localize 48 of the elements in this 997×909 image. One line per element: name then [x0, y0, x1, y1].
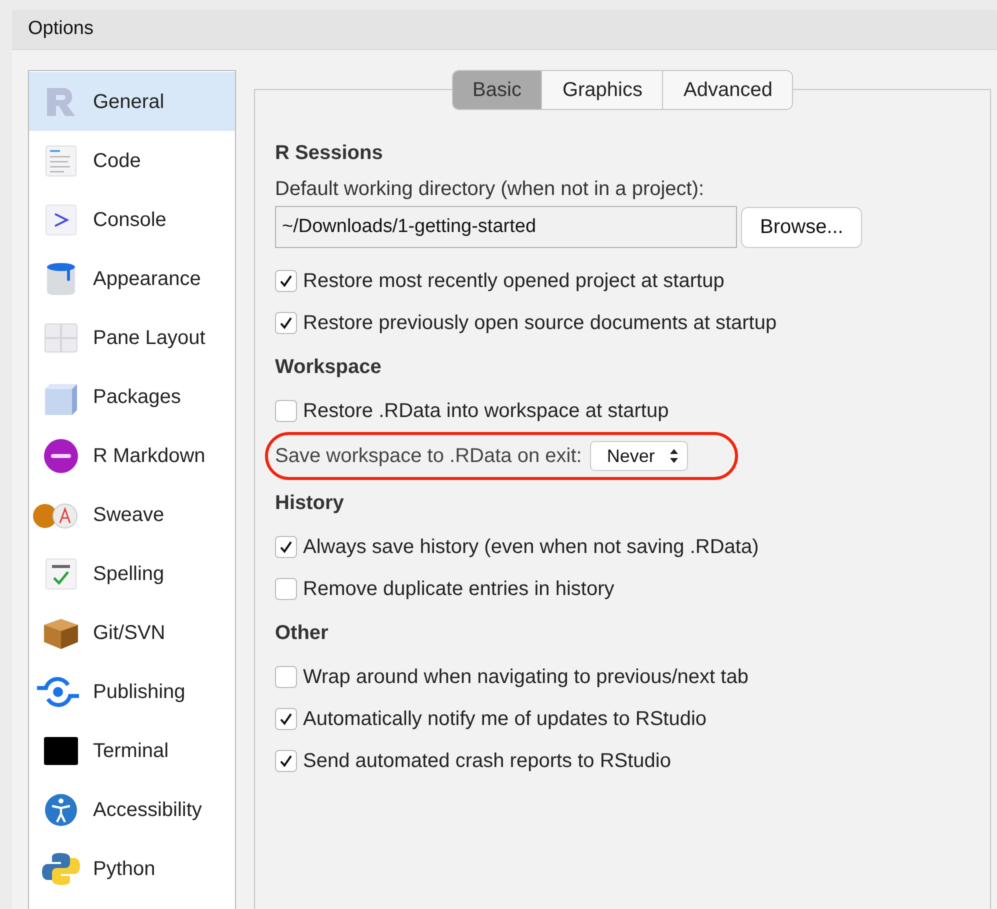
sidebar-item[interactable]: Python — [29, 839, 235, 898]
checkbox[interactable] — [275, 536, 297, 558]
checkmark-icon — [278, 753, 294, 769]
checkbox[interactable] — [275, 708, 297, 730]
checkbox[interactable] — [275, 666, 297, 688]
checkmark-icon — [278, 711, 294, 727]
checkbox-label: Remove duplicate entries in history — [303, 577, 614, 602]
sidebar-item[interactable]: Accessibility — [29, 780, 235, 839]
sidebar-item[interactable]: Appearance — [29, 249, 235, 308]
checkbox[interactable] — [275, 578, 297, 600]
sidebar-item[interactable]: Packages — [29, 367, 235, 426]
field-label: Default working directory (when not in a project): — [275, 177, 706, 202]
sidebar-item[interactable]: Spelling — [29, 544, 235, 603]
tab[interactable]: Basic — [452, 71, 542, 109]
sidebar-item[interactable]: Publishing — [29, 662, 235, 721]
up-down-arrows-icon — [668, 448, 679, 464]
checkmark-icon — [278, 539, 294, 555]
checkbox-label: Wrap around when navigating to previous/next tab — [303, 665, 748, 690]
dropdown[interactable]: Never — [590, 441, 688, 471]
directory-field[interactable]: ~/Downloads/1-getting-started — [275, 206, 737, 248]
tab[interactable]: Advanced — [662, 71, 792, 109]
sidebar-item[interactable]: Pane Layout — [29, 308, 235, 367]
checkbox-label: Restore previously open source documents at startup — [303, 311, 777, 336]
checkbox[interactable] — [275, 400, 297, 422]
section-heading: History — [275, 491, 345, 516]
sidebar-item[interactable]: Console — [29, 190, 235, 249]
browse-button[interactable]: Browse... — [741, 206, 862, 248]
window-title: Options — [28, 17, 94, 42]
section-heading: R Sessions — [275, 141, 384, 166]
checkmark-icon — [278, 315, 294, 331]
checkbox[interactable] — [275, 312, 297, 334]
checkbox-label: Send automated crash reports to RStudio — [303, 749, 671, 774]
checkbox-label: Restore most recently opened project at startup — [303, 269, 724, 294]
checkbox[interactable] — [275, 750, 297, 772]
checkbox-label: Automatically notify me of updates to RStudio — [303, 707, 707, 732]
section-heading: Other — [275, 621, 330, 646]
checkbox-label: Always save history (even when not saving .RData) — [303, 535, 759, 560]
field-label: Save workspace to .RData on exit: — [275, 444, 582, 469]
checkbox-label: Restore .RData into workspace at startup — [303, 399, 669, 424]
sidebar-item[interactable]: General — [29, 72, 235, 131]
sidebar-item[interactable]: Git/SVN — [29, 603, 235, 662]
section-heading: Workspace — [275, 355, 382, 380]
sidebar-item[interactable]: R Markdown — [29, 426, 235, 485]
sidebar-item[interactable]: Code — [29, 131, 235, 190]
checkbox[interactable] — [275, 270, 297, 292]
sidebar-item[interactable]: Sweave — [29, 485, 235, 544]
sidebar-item[interactable]: Terminal — [29, 721, 235, 780]
checkmark-icon — [278, 273, 294, 289]
